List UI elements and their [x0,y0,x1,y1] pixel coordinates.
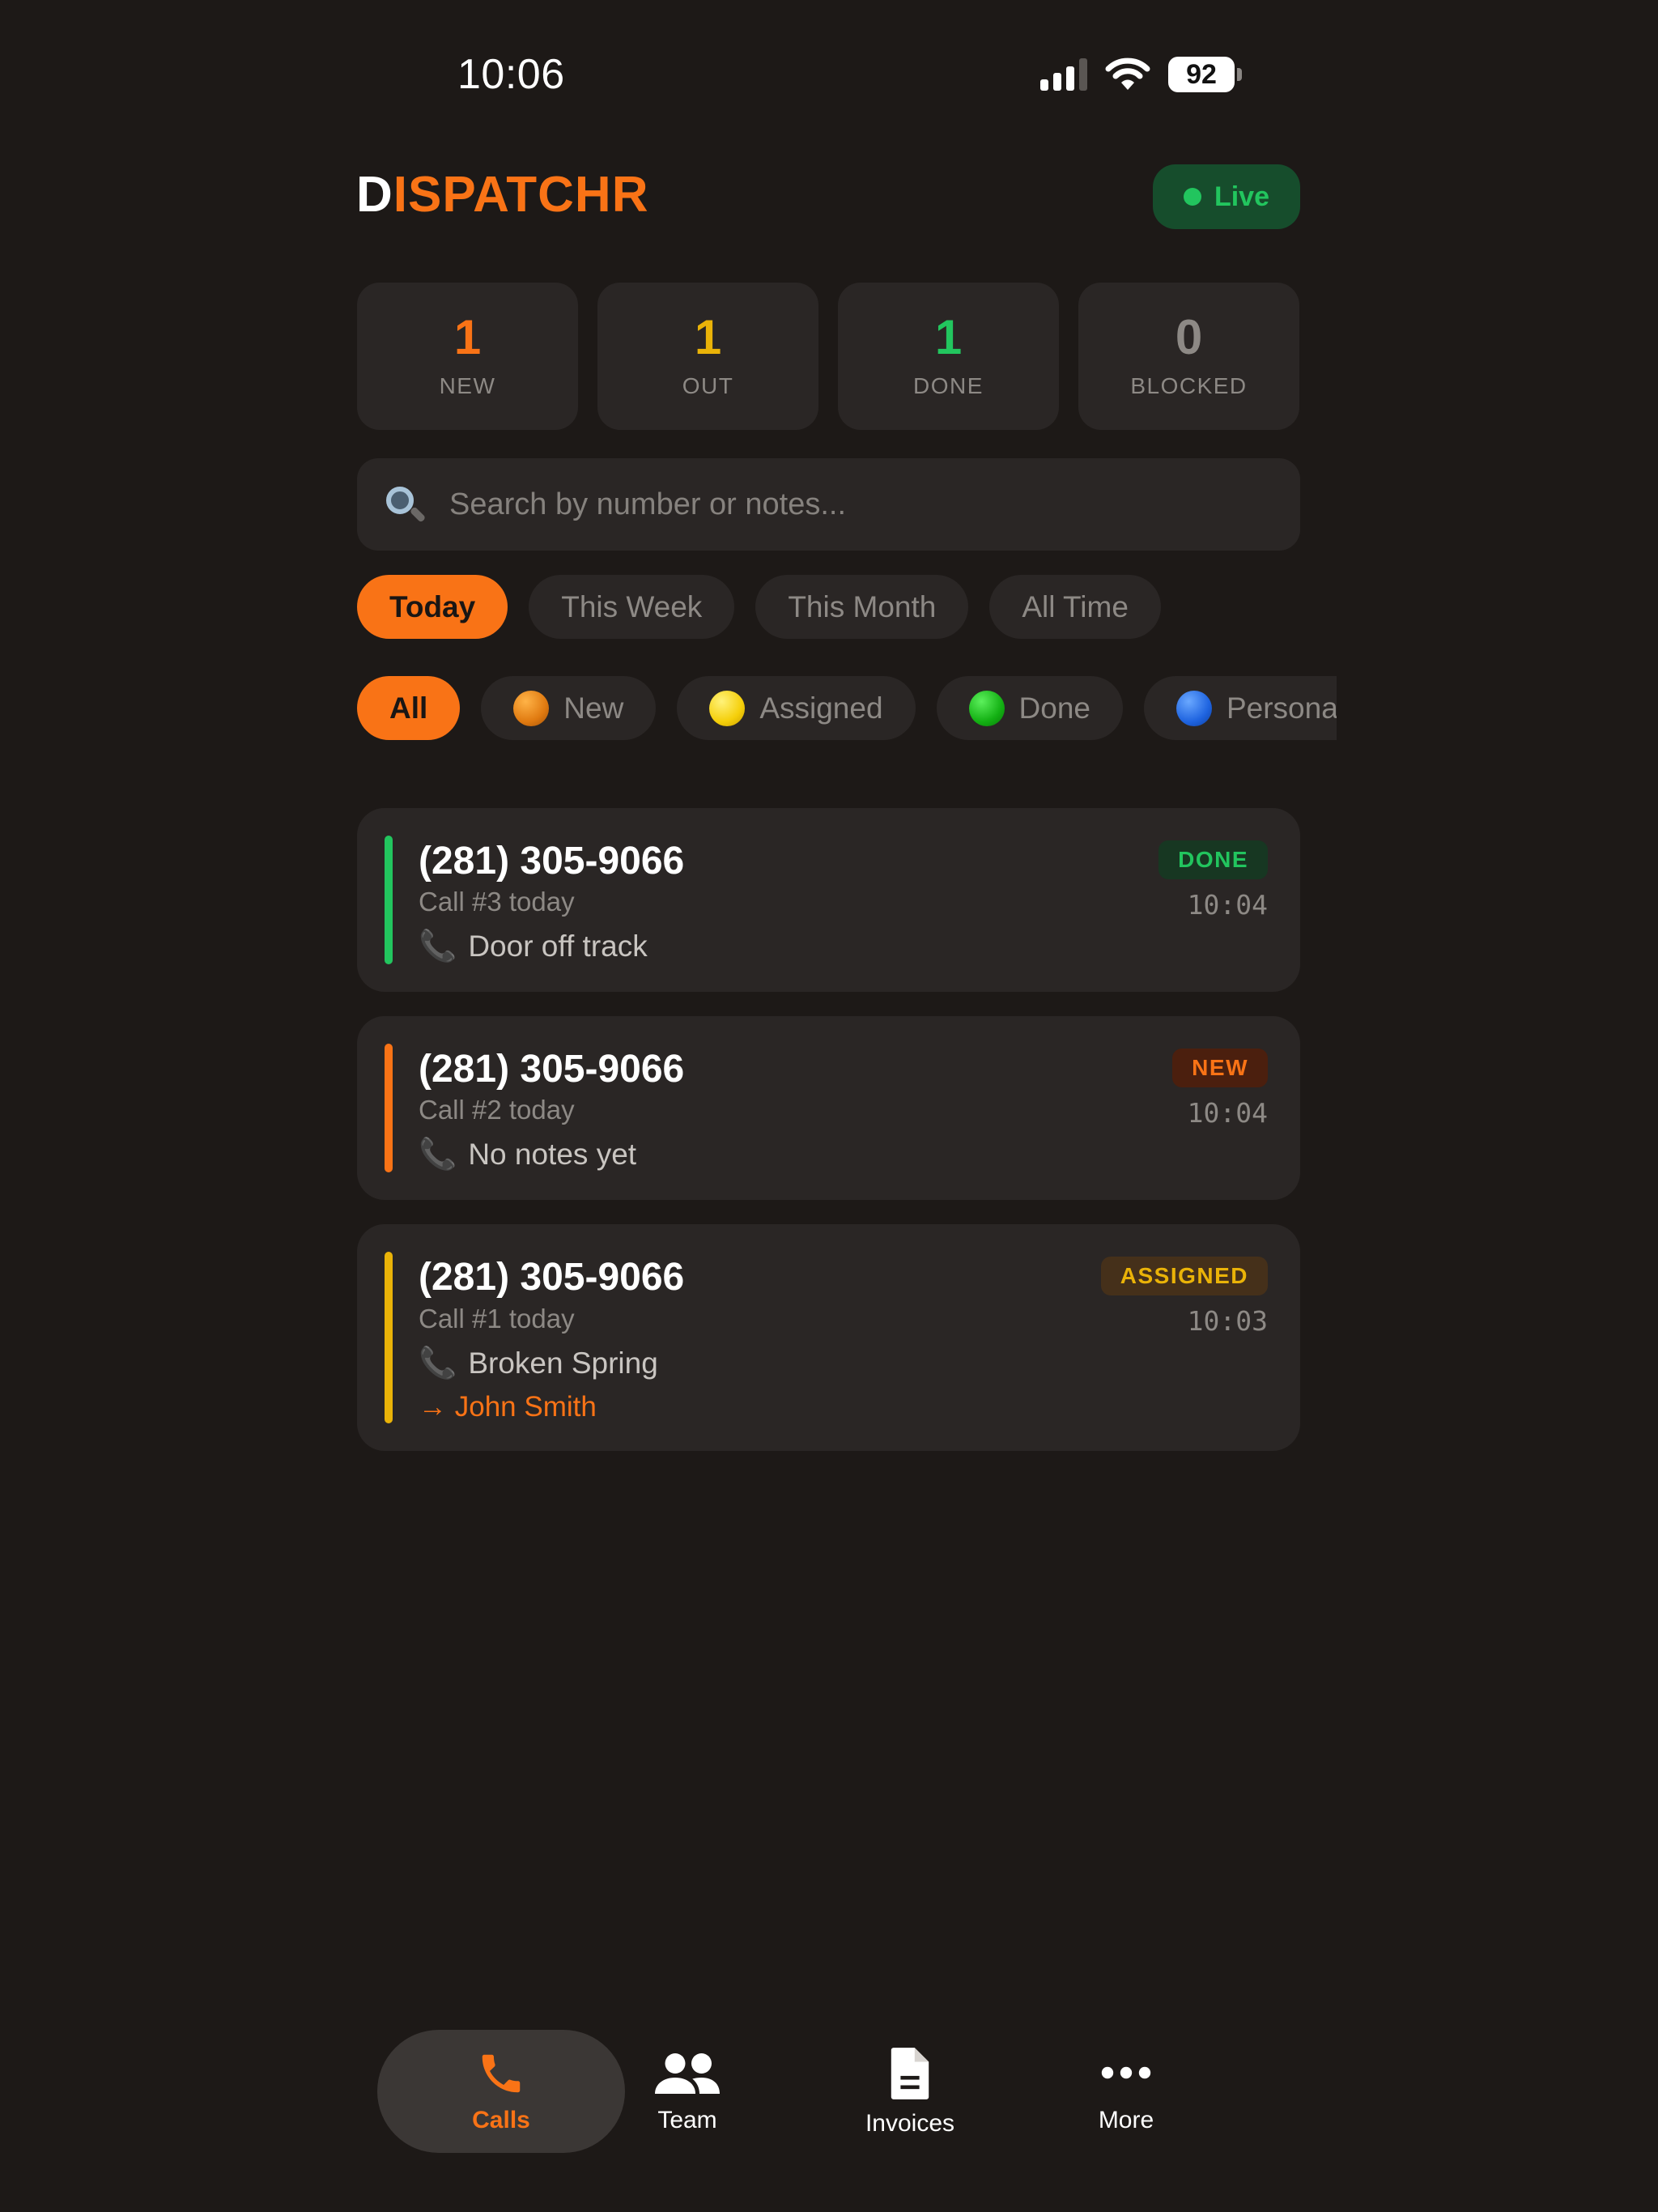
phone-icon: 📞 [419,929,457,964]
phone-icon: 📞 [419,1346,457,1380]
filter-new[interactable]: New [481,676,657,740]
live-dot-icon [1183,188,1201,206]
tab-more[interactable]: More [1073,2030,1179,2153]
stat-value: 1 [934,310,963,364]
notes-text: No notes yet [468,1138,637,1172]
tab-label: Invoices [865,2110,955,2137]
stat-done[interactable]: 1 DONE [838,283,1059,430]
orange-circle-icon [513,690,550,726]
date-range-filters: Today This Week This Month All Time [357,575,1161,639]
call-list: (281) 305-9066 Call #3 today 📞 Door off … [357,808,1300,1475]
cellular-signal-icon [1040,58,1087,91]
brand-rest: ISPATCHR [393,167,649,223]
tab-calls[interactable]: Calls [377,2030,625,2153]
tab-label: More [1098,2107,1154,2133]
tab-label: Team [657,2107,717,2133]
filter-today[interactable]: Today [357,575,508,639]
people-icon [655,2053,720,2094]
stat-value: 0 [1175,310,1203,364]
live-label: Live [1214,181,1270,212]
status-badge: NEW [1172,1049,1268,1088]
filter-this-month[interactable]: This Month [755,575,969,639]
call-card[interactable]: (281) 305-9066 Call #1 today 📞 Broken Sp… [357,1224,1300,1451]
status-bar-accent [385,836,393,965]
document-icon [891,2048,929,2099]
status-icons: 92 [1040,55,1242,94]
filter-label: Done [1018,691,1090,725]
status-badge: ASSIGNED [1100,1257,1268,1296]
battery-icon: 92 [1168,57,1242,92]
assignee-link[interactable]: → John Smith [419,1391,1268,1423]
brand-first-letter: D [356,167,393,223]
filter-label: Personal [1226,691,1337,725]
search-bar[interactable] [357,458,1300,551]
more-dots-icon [1101,2066,1151,2079]
status-bar-accent [385,1044,393,1173]
stat-value: 1 [453,310,482,364]
filter-label: New [563,691,624,725]
stat-label: OUT [682,373,734,398]
search-input[interactable] [449,487,1300,522]
blue-circle-icon [1175,690,1212,726]
tab-label: Calls [472,2107,530,2133]
status-badge: DONE [1158,840,1268,879]
filter-all[interactable]: All [357,676,461,740]
calls-screen: 10:06 92 DISPATCHR Live 1 NEW 1 OUT 1 DO… [0,0,1658,2212]
notes-text: Broken Spring [468,1346,658,1380]
stats-row: 1 NEW 1 OUT 1 DONE 0 BLOCKED [357,283,1299,430]
call-card[interactable]: (281) 305-9066 Call #3 today 📞 Door off … [357,808,1300,993]
yellow-circle-icon [709,690,746,726]
call-card[interactable]: (281) 305-9066 Call #2 today 📞 No notes … [357,1016,1300,1201]
call-count-label: Call #3 today [419,887,575,917]
tab-invoices[interactable]: Invoices [845,2030,975,2153]
filter-done[interactable]: Done [936,676,1123,740]
phone-number: (281) 305-9066 [419,1048,685,1091]
filter-personal[interactable]: Personal [1143,676,1337,740]
filter-assigned[interactable]: Assigned [677,676,916,740]
live-status-button[interactable]: Live [1153,164,1300,229]
stat-out[interactable]: 1 OUT [597,283,818,430]
call-notes: 📞 Broken Spring [419,1346,1268,1381]
call-notes: 📞 Door off track [419,929,1268,964]
status-time: 10:06 [457,51,565,98]
call-time: 10:04 [1187,889,1268,921]
filter-this-week[interactable]: This Week [529,575,735,639]
filter-label: Assigned [759,691,883,725]
stat-label: NEW [439,373,496,398]
filter-all-time[interactable]: All Time [989,575,1161,639]
phone-icon [482,2054,521,2093]
wifi-icon [1105,57,1150,90]
call-count-label: Call #1 today [419,1303,575,1334]
call-count-label: Call #2 today [419,1095,575,1125]
phone-icon: 📞 [419,1138,457,1172]
call-time: 10:03 [1187,1305,1268,1338]
status-bar-accent [385,1252,393,1423]
stat-label: DONE [913,373,984,398]
status-filters: All New Assigned Done Personal [357,676,1337,740]
stat-label: BLOCKED [1130,373,1248,398]
search-icon [385,485,427,524]
notes-text: Door off track [468,929,648,963]
phone-number: (281) 305-9066 [419,840,685,883]
tab-team[interactable]: Team [627,2030,748,2153]
stat-new[interactable]: 1 NEW [357,283,578,430]
status-filter-scroller[interactable]: All New Assigned Done Personal [357,676,1337,741]
stat-value: 1 [694,310,722,364]
green-circle-icon [968,690,1005,726]
bottom-tab-bar: Calls Team Invoices More [377,2030,1260,2153]
call-notes: 📞 No notes yet [419,1137,1268,1172]
app-logo: DISPATCHR [356,166,648,223]
call-time: 10:04 [1187,1097,1268,1129]
stat-blocked[interactable]: 0 BLOCKED [1078,283,1299,430]
